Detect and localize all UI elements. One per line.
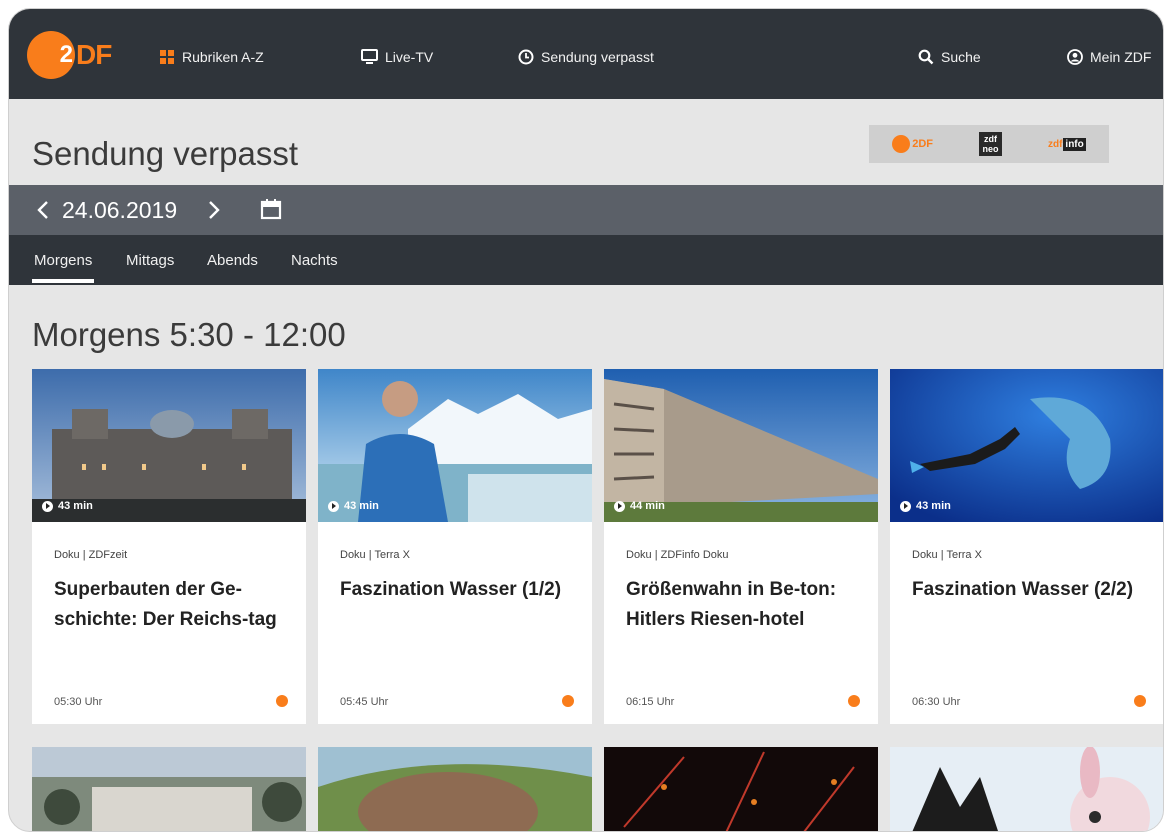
- tab-morgens[interactable]: Morgens: [31, 252, 95, 283]
- program-title: Größenwahn in Be-ton: Hitlers Riesen-hot…: [626, 579, 837, 630]
- zdf-logo-text: DF: [76, 39, 112, 70]
- program-time: 05:45 Uhr: [340, 696, 389, 708]
- play-icon: [900, 500, 911, 512]
- program-card[interactable]: 43 min Doku | Terra X Faszination Wasser…: [318, 369, 592, 724]
- status-dot: [848, 695, 860, 707]
- zdf-channel-text: 2DF: [912, 138, 934, 150]
- program-category: Doku | Terra X: [912, 549, 982, 561]
- nav-suche-label: Suche: [941, 49, 981, 65]
- section-title: Morgens 5:30 - 12:00: [32, 316, 346, 353]
- program-card[interactable]: 44 min Doku | ZDFinfo Doku Größenwahn in…: [604, 369, 878, 724]
- program-thumbnail: [318, 747, 592, 831]
- calendar-icon[interactable]: [260, 199, 282, 220]
- program-time: 06:15 Uhr: [626, 696, 675, 708]
- tab-nachts[interactable]: Nachts: [291, 252, 338, 269]
- chevron-left-icon[interactable]: [36, 200, 50, 220]
- program-card-partial[interactable]: [318, 747, 592, 831]
- program-card-partial[interactable]: [32, 747, 306, 831]
- program-thumbnail: [32, 747, 306, 831]
- program-card-partial[interactable]: [890, 747, 1163, 831]
- zdfneo-logo-bottom: neo: [982, 144, 999, 154]
- nav-mein-zdf[interactable]: Mein ZDF: [1067, 47, 1151, 67]
- search-icon: [918, 49, 934, 65]
- program-card[interactable]: 43 min Doku | Terra X Faszination Wasser…: [890, 369, 1163, 724]
- channel-zdf[interactable]: 2DF: [892, 132, 933, 156]
- nav-live-tv[interactable]: Live-TV: [361, 47, 433, 67]
- zdfneo-logo-top: zdf: [983, 134, 997, 144]
- program-title: Faszination Wasser (1/2): [340, 579, 562, 600]
- duration-text: 44 min: [630, 500, 665, 512]
- nav-rubriken-a-z[interactable]: Rubriken A-Z: [159, 47, 264, 67]
- program-category: Doku | Terra X: [340, 549, 410, 561]
- play-icon: [614, 500, 625, 512]
- nav-suche[interactable]: Suche: [918, 47, 981, 67]
- top-navigation: 2 DF Rubriken A-Z Live-TV Sendung verpas…: [9, 9, 1163, 99]
- duration-label: 43 min: [900, 500, 951, 512]
- user-icon: [1067, 49, 1083, 65]
- zdfneo-logo: zdf neo: [979, 132, 1002, 156]
- nav-sendung-verpasst-label: Sendung verpasst: [541, 49, 654, 65]
- program-thumbnail: [890, 747, 1163, 831]
- nav-mein-zdf-label: Mein ZDF: [1090, 49, 1152, 65]
- zdfinfo-logo-zdf: zdf: [1047, 138, 1063, 150]
- duration-label: 44 min: [614, 500, 665, 512]
- daypart-tabs: Morgens Mittags Abends Nachts: [9, 235, 1163, 285]
- status-dot: [562, 695, 574, 707]
- program-card[interactable]: 43 min Doku | ZDFzeit Superbauten der Ge…: [32, 369, 306, 724]
- duration-text: 43 min: [58, 500, 93, 512]
- program-card-partial[interactable]: [604, 747, 878, 831]
- program-time: 05:30 Uhr: [54, 696, 103, 708]
- program-thumbnail: 43 min: [890, 369, 1163, 522]
- zdf-logo[interactable]: 2 DF: [27, 31, 147, 79]
- play-icon: [328, 500, 339, 512]
- program-thumbnail: 43 min: [32, 369, 306, 522]
- tab-abends[interactable]: Abends: [207, 252, 258, 269]
- date-bar: 24.06.2019: [9, 185, 1163, 235]
- status-dot: [1134, 695, 1146, 707]
- program-title: Superbauten der Ge-schichte: Der Reichs-…: [54, 579, 277, 630]
- nav-sendung-verpasst[interactable]: Sendung verpasst: [518, 47, 654, 67]
- app-frame: 2 DF Rubriken A-Z Live-TV Sendung verpas…: [8, 8, 1164, 832]
- channel-selector: 2DF zdf neo zdf info: [869, 125, 1109, 163]
- status-dot: [276, 695, 288, 707]
- zdf-logo-disc: 2: [27, 31, 75, 79]
- duration-text: 43 min: [916, 500, 951, 512]
- zdfinfo-logo-info: info: [1063, 137, 1086, 151]
- duration-text: 43 min: [344, 500, 379, 512]
- clock-icon: [518, 49, 534, 65]
- program-thumbnail: 43 min: [318, 369, 592, 522]
- nav-rubriken-label: Rubriken A-Z: [182, 49, 264, 65]
- nav-live-tv-label: Live-TV: [385, 49, 434, 65]
- program-title: Faszination Wasser (2/2): [912, 579, 1134, 600]
- chevron-right-icon[interactable]: [207, 200, 221, 220]
- duration-label: 43 min: [328, 500, 379, 512]
- program-category: Doku | ZDFzeit: [54, 549, 128, 561]
- channel-zdfneo[interactable]: zdf neo: [979, 132, 1002, 156]
- duration-label: 43 min: [42, 500, 93, 512]
- play-icon: [42, 500, 53, 512]
- selected-date: 24.06.2019: [62, 197, 178, 223]
- program-thumbnail: 44 min: [604, 369, 878, 522]
- grid-icon: [160, 50, 174, 64]
- program-thumbnail: [604, 747, 878, 831]
- program-time: 06:30 Uhr: [912, 696, 961, 708]
- zdf-channel-disc: [892, 135, 911, 153]
- tv-icon: [361, 49, 378, 64]
- program-category: Doku | ZDFinfo Doku: [626, 549, 729, 561]
- tab-mittags[interactable]: Mittags: [126, 252, 174, 269]
- page-title: Sendung verpasst: [32, 135, 299, 172]
- channel-zdfinfo[interactable]: zdf info: [1048, 132, 1086, 156]
